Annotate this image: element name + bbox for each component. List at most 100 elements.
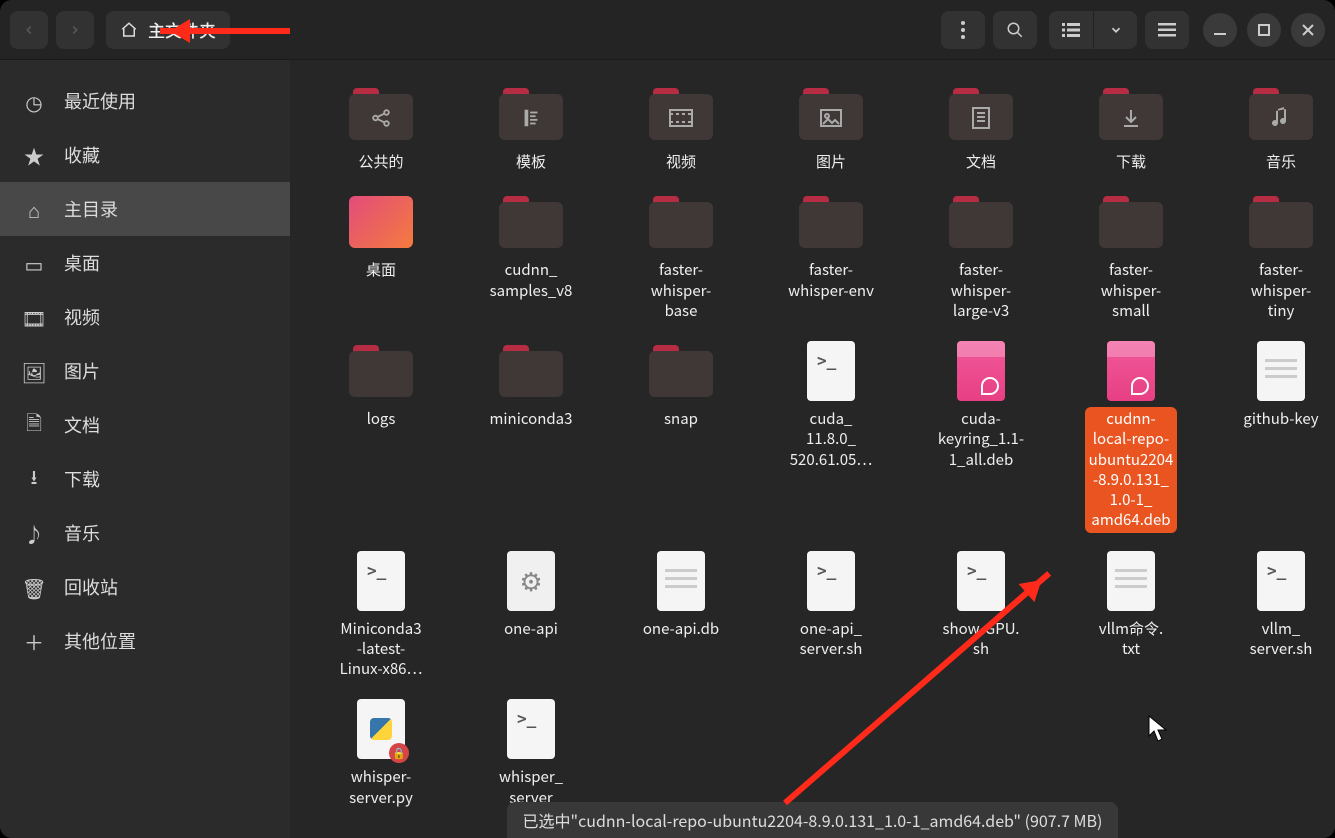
grid-item[interactable]: faster-whisper-large-v3 xyxy=(908,188,1054,327)
minimize-button[interactable] xyxy=(1203,13,1237,47)
trash-icon: 🗑 xyxy=(22,573,46,602)
grid-item[interactable]: 音乐 xyxy=(1208,80,1335,178)
file-label: cuda_11.8.0_520.61.05… xyxy=(786,407,877,472)
file-label: faster-whisper-small xyxy=(1097,258,1166,323)
file-label: logs xyxy=(363,407,400,431)
file-icon xyxy=(345,84,417,144)
grid-item[interactable]: ⚙ one-api xyxy=(458,547,604,686)
file-label: 桌面 xyxy=(362,258,400,282)
sidebar-item-documents[interactable]: 🗎文档 xyxy=(0,398,290,452)
image-icon: 🖼 xyxy=(22,357,46,386)
file-icon xyxy=(645,341,717,401)
sidebar-item-other[interactable]: ＋其他位置 xyxy=(0,614,290,668)
file-label: 下载 xyxy=(1112,150,1150,174)
file-label: one-api xyxy=(500,617,562,641)
file-label: vllm命令.txt xyxy=(1095,617,1167,662)
file-label: Miniconda3-latest-Linux-x86… xyxy=(336,617,427,682)
hamburger-menu-button[interactable] xyxy=(1145,11,1189,49)
file-label: 模板 xyxy=(512,150,550,174)
search-button[interactable] xyxy=(993,11,1037,49)
file-label: 音乐 xyxy=(1262,150,1300,174)
status-bar: 已选中"cudnn-local-repo-ubuntu2204-8.9.0.13… xyxy=(507,802,1119,838)
sidebar-item-home[interactable]: ⌂主目录 xyxy=(0,182,290,236)
file-grid-area[interactable]: 公共的模板 视频 图片文档下载 音乐桌面 cudnn_samples_v8 faster-… xyxy=(290,60,1335,838)
file-icon: >_ xyxy=(495,699,567,759)
grid-item[interactable]: cudnn-local-repo-ubuntu2204-8.9.0.131_1.… xyxy=(1058,337,1204,537)
file-label: faster-whisper-base xyxy=(647,258,716,323)
forward-button[interactable] xyxy=(56,11,94,49)
grid-item[interactable]: 图片 xyxy=(758,80,904,178)
grid-item[interactable]: >_whisper_server xyxy=(458,695,604,814)
file-icon: >_ xyxy=(345,551,417,611)
file-icon xyxy=(1095,341,1167,401)
grid-item[interactable]: 桌面 xyxy=(308,188,454,327)
grid-item[interactable]: 公共的 xyxy=(308,80,454,178)
video-icon: 🎞 xyxy=(22,303,46,332)
close-button[interactable] xyxy=(1291,13,1325,47)
download-icon: ⭳ xyxy=(22,461,46,497)
grid-item[interactable]: faster-whisper-small xyxy=(1058,188,1204,327)
grid-item[interactable]: 🔒 whisper-server.py xyxy=(308,695,454,814)
file-icon xyxy=(345,341,417,401)
sidebar-item-trash[interactable]: 🗑回收站 xyxy=(0,560,290,614)
file-icon: >_ xyxy=(795,341,867,401)
file-icon xyxy=(795,192,867,252)
grid-item[interactable]: >_Miniconda3-latest-Linux-x86… xyxy=(308,547,454,686)
grid-item[interactable]: >_cuda_11.8.0_520.61.05… xyxy=(758,337,904,537)
grid-item[interactable]: faster-whisper-base xyxy=(608,188,754,327)
grid-item[interactable]: 视频 xyxy=(608,80,754,178)
sidebar-item-videos[interactable]: 🎞视频 xyxy=(0,290,290,344)
star-icon: ★ xyxy=(22,141,46,170)
sidebar-item-downloads[interactable]: ⭳下载 xyxy=(0,452,290,506)
grid-item[interactable]: 下载 xyxy=(1058,80,1204,178)
view-dropdown-button[interactable] xyxy=(1093,11,1137,49)
grid-item[interactable]: one-api.db xyxy=(608,547,754,686)
maximize-button[interactable] xyxy=(1247,13,1281,47)
file-icon xyxy=(945,341,1017,401)
kebab-menu-button[interactable] xyxy=(941,11,985,49)
file-label: cuda-keyring_1.1-1_all.deb xyxy=(934,407,1028,472)
sidebar: ◷最近使用 ★收藏 ⌂主目录 ▭桌面 🎞视频 🖼图片 🗎文档 ⭳下载 ♪音乐 🗑… xyxy=(0,60,290,838)
grid-item[interactable]: cudnn_samples_v8 xyxy=(458,188,604,327)
file-label: cudnn-local-repo-ubuntu2204-8.9.0.131_1.… xyxy=(1085,407,1178,533)
file-icon xyxy=(945,192,1017,252)
file-label: 视频 xyxy=(662,150,700,174)
grid-item[interactable]: >_one-api_server.sh xyxy=(758,547,904,686)
sidebar-item-desktop[interactable]: ▭桌面 xyxy=(0,236,290,290)
annotation-arrow xyxy=(160,28,290,34)
sidebar-item-music[interactable]: ♪音乐 xyxy=(0,506,290,560)
grid-item[interactable]: faster-whisper-env xyxy=(758,188,904,327)
file-icon xyxy=(645,192,717,252)
grid-item[interactable]: miniconda3 xyxy=(458,337,604,537)
grid-item[interactable]: 文档 xyxy=(908,80,1054,178)
file-icon: 🔒 xyxy=(345,699,417,759)
cursor-icon xyxy=(1148,715,1170,743)
home-icon xyxy=(120,21,138,39)
file-label: miniconda3 xyxy=(486,407,577,431)
file-icon xyxy=(645,84,717,144)
grid-item[interactable]: >_vllm_server.sh xyxy=(1208,547,1335,686)
grid-item[interactable]: snap xyxy=(608,337,754,537)
grid-item[interactable]: faster-whisper-tiny xyxy=(1208,188,1335,327)
file-label: cudnn_samples_v8 xyxy=(486,258,577,303)
grid-item[interactable]: 模板 xyxy=(458,80,604,178)
grid-item[interactable]: >_show-GPU.sh xyxy=(908,547,1054,686)
sidebar-item-recent[interactable]: ◷最近使用 xyxy=(0,74,290,128)
sidebar-item-starred[interactable]: ★收藏 xyxy=(0,128,290,182)
grid-item[interactable]: cuda-keyring_1.1-1_all.deb xyxy=(908,337,1054,537)
grid-item[interactable]: logs xyxy=(308,337,454,537)
sidebar-item-pictures[interactable]: 🖼图片 xyxy=(0,344,290,398)
doc-icon: 🗎 xyxy=(22,407,46,443)
file-icon: ⚙ xyxy=(495,551,567,611)
file-icon xyxy=(495,84,567,144)
grid-item[interactable]: vllm命令.txt xyxy=(1058,547,1204,686)
view-list-button[interactable] xyxy=(1049,11,1093,49)
file-icon xyxy=(1095,551,1167,611)
file-icon: >_ xyxy=(1245,551,1317,611)
file-label: whisper-server.py xyxy=(345,765,417,810)
grid-item[interactable]: github-key xyxy=(1208,337,1335,537)
file-icon: >_ xyxy=(795,551,867,611)
file-icon xyxy=(495,192,567,252)
back-button[interactable] xyxy=(10,11,48,49)
file-icon xyxy=(345,192,417,252)
